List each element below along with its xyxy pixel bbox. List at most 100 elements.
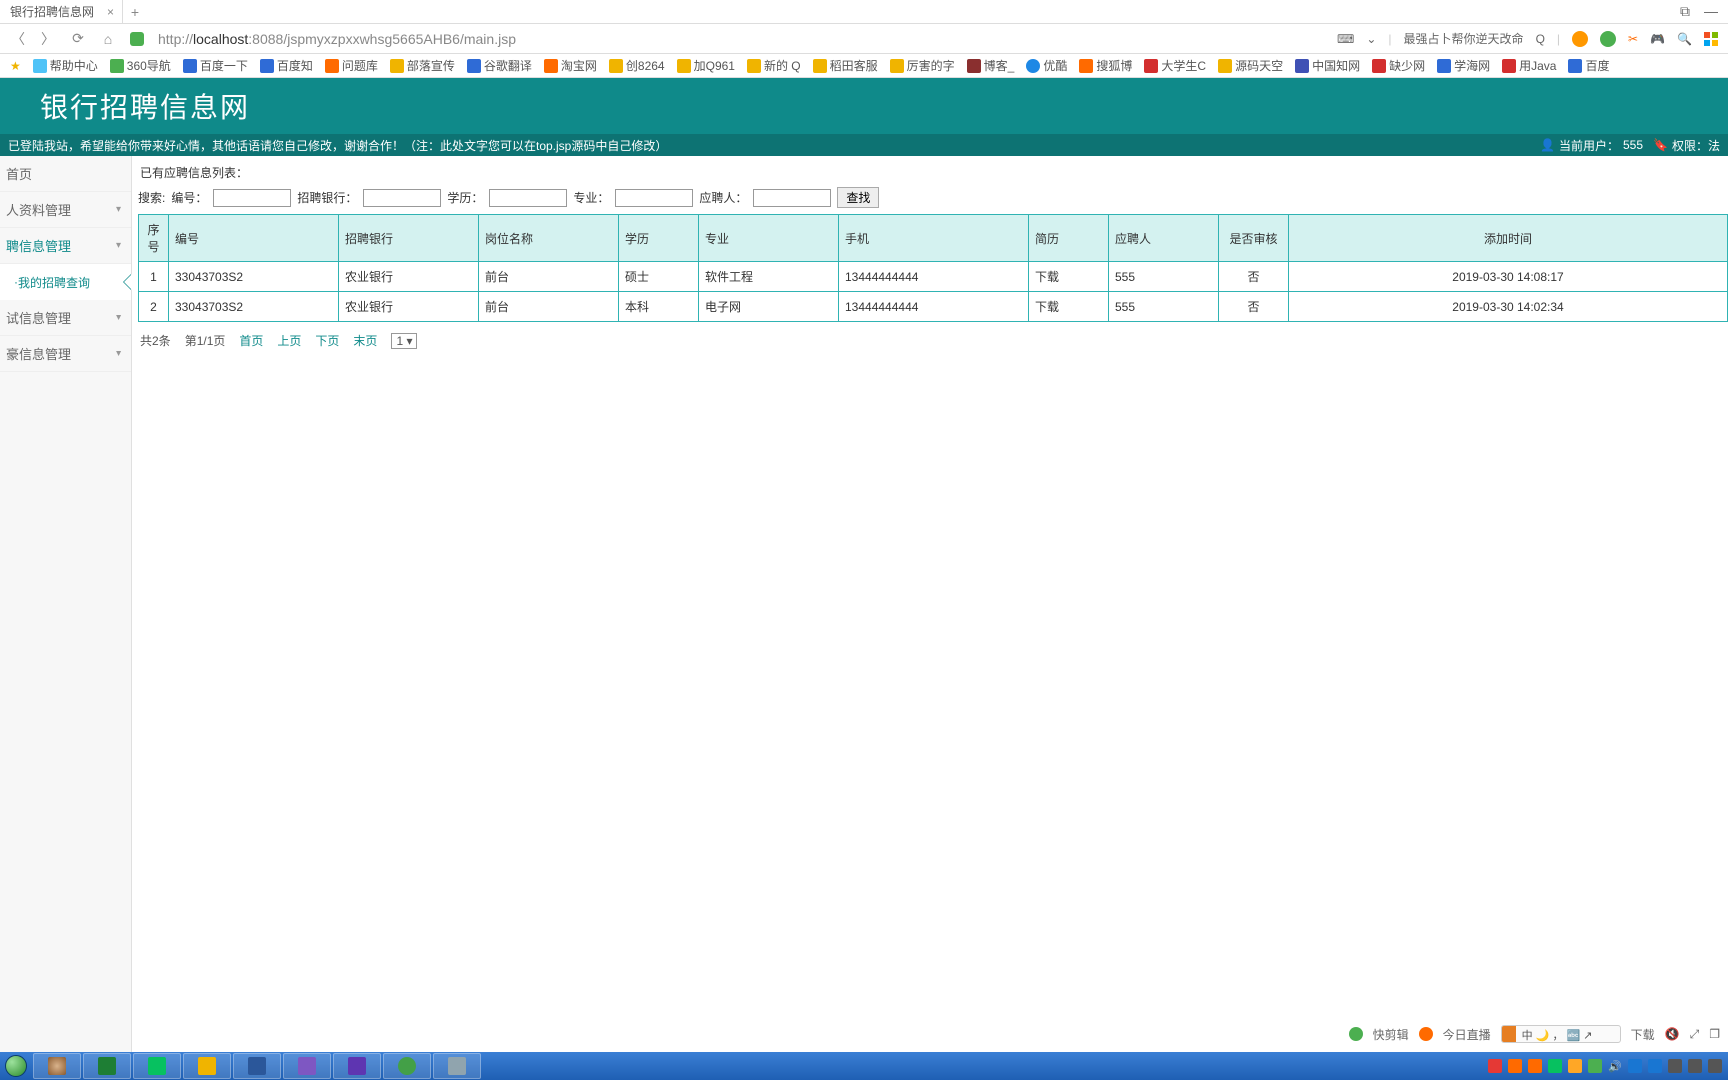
cell-resume[interactable]: 下载 [1029, 292, 1109, 322]
sidebar-item-home[interactable]: 首页 [0, 156, 131, 192]
bookmark-item[interactable]: 搜狐博 [1075, 57, 1136, 74]
current-user: 555 [1623, 138, 1643, 152]
sidebar-item-profile[interactable]: 人资料管理 [0, 192, 131, 228]
bookmark-item[interactable]: 百度一下 [179, 57, 252, 74]
pager-prev[interactable]: 上页 [277, 332, 301, 349]
restore-icon[interactable]: ❐ [1709, 1027, 1720, 1041]
home-icon[interactable]: ⌂ [100, 31, 116, 47]
bookmark-item[interactable]: 大学生C [1140, 57, 1210, 74]
favicon-icon [1079, 59, 1093, 73]
tray-icon[interactable] [1528, 1059, 1542, 1073]
close-icon[interactable]: × [107, 5, 114, 19]
pager-next[interactable]: 下页 [315, 332, 339, 349]
tray-volume-icon[interactable]: 🔊 [1608, 1060, 1622, 1073]
tray-icon[interactable] [1708, 1059, 1722, 1073]
search-no-input[interactable] [213, 189, 291, 207]
promo-text[interactable]: 最强占卜帮你逆天改命 [1404, 30, 1524, 47]
bookmark-item[interactable]: 问题库 [321, 57, 382, 74]
task-tool3[interactable] [433, 1053, 481, 1079]
bookmark-item[interactable]: 加Q961 [673, 57, 739, 74]
browser-tab[interactable]: 银行招聘信息网 × [0, 0, 123, 24]
shield-icon[interactable] [130, 32, 144, 46]
tray-icon[interactable] [1628, 1059, 1642, 1073]
live-icon[interactable] [1419, 1027, 1433, 1041]
search-major-input[interactable] [615, 189, 693, 207]
bookmark-item[interactable]: 部落宣传 [386, 57, 459, 74]
tray-icon[interactable] [1588, 1059, 1602, 1073]
url-display[interactable]: http://localhost:8088/jspmyxzpxxwhsg5665… [158, 31, 516, 47]
live-link[interactable]: 今日直播 [1443, 1026, 1491, 1043]
search-edu-input[interactable] [489, 189, 567, 207]
expand-icon[interactable]: ⤢ [1690, 1027, 1700, 1042]
bookmark-item[interactable]: 博客_ [963, 57, 1019, 74]
bookmark-item[interactable]: 优酷 [1022, 57, 1071, 74]
bookmark-item[interactable]: 百度知 [256, 57, 317, 74]
tray-icon[interactable] [1688, 1059, 1702, 1073]
tray-icon[interactable] [1568, 1059, 1582, 1073]
new-tab-button[interactable]: + [123, 4, 147, 20]
sidebar-sub-myrecruit[interactable]: · 我的招聘查询 [0, 264, 131, 300]
pager-select[interactable]: 1 ▾ [391, 333, 417, 349]
bookmark-item[interactable]: 百度 [1564, 57, 1613, 74]
cell-resume[interactable]: 下载 [1029, 262, 1109, 292]
ms-apps-icon[interactable] [1704, 32, 1718, 46]
bookmark-item[interactable]: 学海网 [1433, 57, 1494, 74]
bookmark-item[interactable]: 厉害的字 [886, 57, 959, 74]
task-excel[interactable] [83, 1053, 131, 1079]
search-bank-input[interactable] [363, 189, 441, 207]
reload-icon[interactable]: ⟳ [70, 31, 86, 47]
task-360[interactable] [383, 1053, 431, 1079]
mute-icon[interactable]: 🔇 [1665, 1027, 1680, 1041]
minimize-icon[interactable]: — [1704, 3, 1718, 20]
task-explorer[interactable] [183, 1053, 231, 1079]
browser-status-strip: 快剪辑 今日直播 中 🌙 ， 🔤 ↗ 下载 🔇 ⤢ ❐ [1349, 1024, 1720, 1044]
tray-icon[interactable] [1488, 1059, 1502, 1073]
bookmark-item[interactable]: 360导航 [106, 57, 175, 74]
sidebar-item-recruit[interactable]: 聘信息管理 [0, 228, 131, 264]
bookmark-item[interactable]: 稻田客服 [809, 57, 882, 74]
bookmark-item[interactable]: 新的 Q [743, 57, 805, 74]
search-applier-input[interactable] [753, 189, 831, 207]
cell-idx: 1 [139, 262, 169, 292]
bookmark-item[interactable]: 谷歌翻译 [463, 57, 536, 74]
tray-icon[interactable] [1548, 1059, 1562, 1073]
sidebar-item-other[interactable]: 豪信息管理 [0, 336, 131, 372]
pager-first[interactable]: 首页 [239, 332, 263, 349]
bookmark-item[interactable]: 缺少网 [1368, 57, 1429, 74]
search-button[interactable]: 查找 [837, 187, 879, 208]
forward-icon[interactable]: 〉 [40, 31, 56, 47]
pager-last[interactable]: 末页 [353, 332, 377, 349]
gamepad-icon[interactable]: 🎮 [1650, 32, 1665, 46]
keyboard-icon[interactable]: ⌨ [1337, 32, 1354, 46]
bookmark-item[interactable]: 创8264 [605, 57, 669, 74]
back-icon[interactable]: 〈 [10, 31, 26, 47]
bookmark-item[interactable]: 中国知网 [1291, 57, 1364, 74]
task-wechat[interactable] [133, 1053, 181, 1079]
sidebar-item-exam[interactable]: 试信息管理 [0, 300, 131, 336]
tray-icon[interactable] [1648, 1059, 1662, 1073]
search-icon[interactable]: Q [1536, 32, 1545, 46]
task-tool1[interactable] [283, 1053, 331, 1079]
dropdown-icon[interactable]: ⌄ [1366, 32, 1376, 46]
ext-icon-2[interactable] [1600, 31, 1616, 47]
scissors-icon[interactable]: ✂ [1628, 32, 1638, 46]
bookmark-item[interactable]: 淘宝网 [540, 57, 601, 74]
task-app-1[interactable] [33, 1053, 81, 1079]
task-tool2[interactable] [333, 1053, 381, 1079]
tray-icon[interactable] [1668, 1059, 1682, 1073]
favicon-icon [1502, 59, 1516, 73]
bookmark-item[interactable]: 源码天空 [1214, 57, 1287, 74]
start-button[interactable] [0, 1052, 32, 1080]
download-link[interactable]: 下载 [1631, 1026, 1655, 1043]
bookmark-item[interactable]: 用Java [1498, 57, 1560, 74]
task-word[interactable] [233, 1053, 281, 1079]
bookmark-star-icon[interactable]: ★ [6, 59, 25, 73]
magnify-icon[interactable]: 🔍 [1677, 32, 1692, 46]
status-icon[interactable] [1349, 1027, 1363, 1041]
tray-icon[interactable] [1508, 1059, 1522, 1073]
ext-icon-1[interactable] [1572, 31, 1588, 47]
bookmark-item[interactable]: 帮助中心 [29, 57, 102, 74]
window-pop-icon[interactable]: ⧉ [1680, 3, 1690, 20]
lang-indicator[interactable]: 中 🌙 ， 🔤 ↗ [1501, 1025, 1621, 1043]
quickcut-link[interactable]: 快剪辑 [1373, 1026, 1409, 1043]
